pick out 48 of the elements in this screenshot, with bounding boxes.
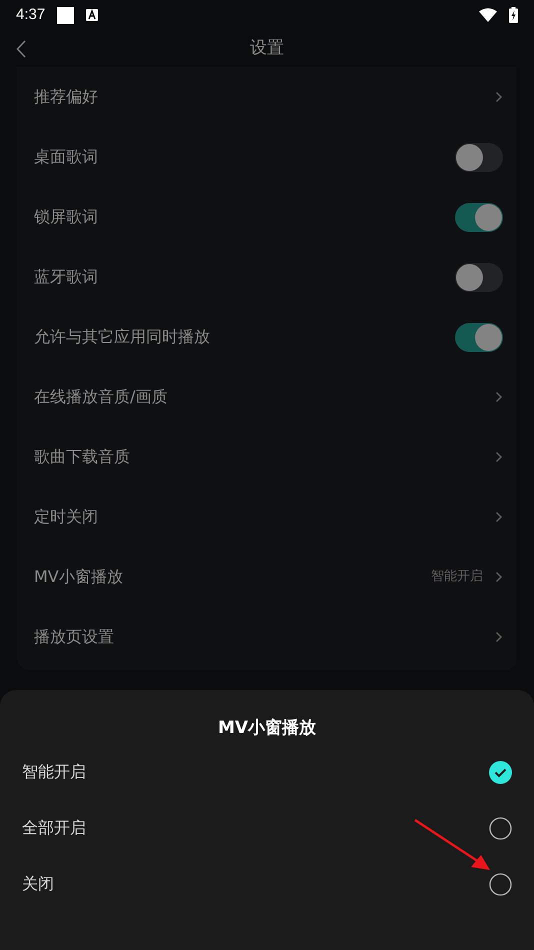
chevron-right-icon	[495, 571, 503, 583]
toggle-switch[interactable]	[455, 202, 503, 232]
option-row[interactable]: 关闭	[0, 856, 534, 912]
notification-app-icon	[86, 9, 98, 21]
settings-row[interactable]: 定时关闭	[17, 487, 517, 547]
setting-label: 定时关闭	[34, 506, 99, 528]
chevron-right-icon	[495, 451, 503, 463]
option-row[interactable]: 全部开启	[0, 800, 534, 856]
check-circle-icon[interactable]	[489, 760, 512, 784]
setting-label: 播放页设置	[34, 626, 115, 648]
settings-row[interactable]: 锁屏歌词	[17, 187, 517, 247]
settings-row[interactable]: 蓝牙歌词	[17, 247, 517, 307]
battery-charging-icon	[509, 7, 518, 23]
settings-row[interactable]: 在线播放音质/画质	[17, 367, 517, 427]
notification-square-icon	[57, 6, 74, 24]
setting-label: MV小窗播放	[34, 566, 124, 588]
chevron-right-icon	[495, 511, 503, 523]
setting-label: 歌曲下载音质	[34, 446, 131, 468]
settings-row[interactable]: MV小窗播放 智能开启	[17, 547, 517, 607]
option-label: 智能开启	[22, 761, 87, 783]
toggle-switch[interactable]	[455, 262, 503, 292]
settings-row[interactable]: 推荐偏好	[17, 67, 517, 127]
setting-value: 智能开启	[431, 568, 483, 586]
option-label: 关闭	[22, 873, 55, 895]
settings-row[interactable]: 歌曲下载音质	[17, 427, 517, 487]
chevron-right-icon	[495, 91, 503, 103]
setting-label: 在线播放音质/画质	[34, 386, 168, 408]
setting-label: 推荐偏好	[34, 86, 99, 108]
option-row[interactable]: 智能开启	[0, 744, 534, 800]
back-button[interactable]	[14, 39, 28, 59]
setting-label: 蓝牙歌词	[34, 266, 99, 288]
radio-circle-icon[interactable]	[489, 816, 512, 840]
page-title: 设置	[250, 36, 284, 60]
option-label: 全部开启	[22, 817, 87, 839]
settings-row[interactable]: 允许与其它应用同时播放	[17, 307, 517, 367]
status-time: 4:37	[16, 4, 46, 25]
chevron-right-icon	[495, 391, 503, 403]
setting-label: 桌面歌词	[34, 146, 99, 168]
chevron-right-icon	[495, 631, 503, 643]
sheet-title: MV小窗播放	[218, 717, 316, 740]
wifi-icon	[479, 8, 497, 22]
setting-label: 允许与其它应用同时播放	[34, 326, 211, 348]
radio-circle-icon[interactable]	[489, 872, 512, 896]
setting-label: 锁屏歌词	[34, 206, 99, 228]
toggle-switch[interactable]	[455, 322, 503, 352]
toggle-switch[interactable]	[455, 142, 503, 172]
settings-row[interactable]: 桌面歌词	[17, 127, 517, 187]
settings-row[interactable]: 播放页设置	[17, 607, 517, 667]
